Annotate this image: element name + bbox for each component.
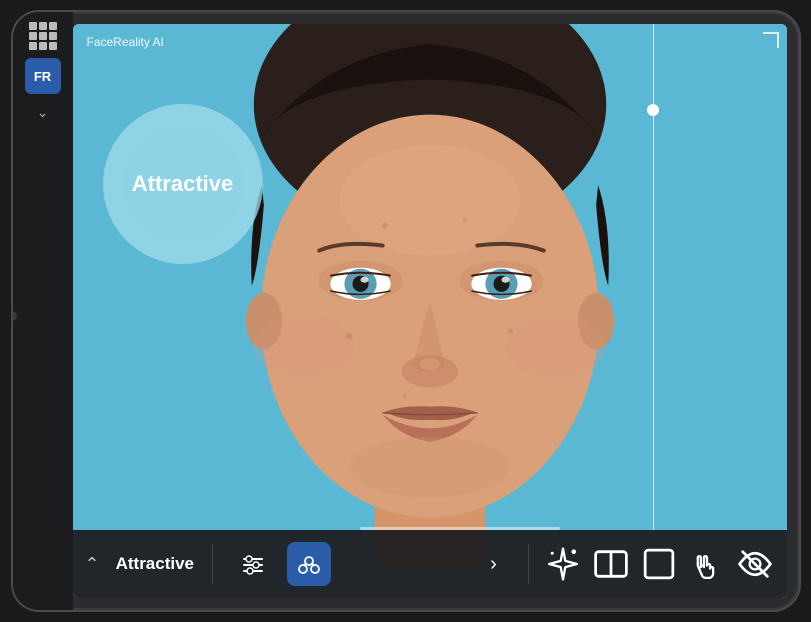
face-image-area: Attractive [73,24,787,598]
toolbar-left-section: ⌃ Attractive [73,542,344,586]
grid-icon[interactable] [29,22,57,50]
sliders-button[interactable] [231,542,275,586]
top-bar: FaceReality AI [73,24,787,60]
compare-button[interactable] [591,544,631,584]
toolbar-label: Attractive [116,554,194,574]
circles-icon [296,551,322,577]
circles-button[interactable] [287,542,331,586]
chevron-right-icon: › [490,553,497,576]
bottom-toolbar: ⌃ Attractive [73,530,787,598]
hand-button[interactable] [687,544,727,584]
toolbar-divider-1 [212,544,213,584]
hand-icon [687,544,727,584]
toolbar-right-section: › [462,544,787,584]
bubble-inner: Attractive [123,124,243,244]
chevron-down-icon[interactable]: ⌄ [37,104,49,121]
tablet-frame: FR ⌄ FaceReality AI [11,10,801,612]
split-icon [591,544,631,584]
line-handle-dot[interactable] [647,104,659,116]
sliders-icon [240,551,266,577]
main-screen: FaceReality AI [73,24,787,598]
app-title: FaceReality AI [87,35,164,49]
toolbar-divider-2 [528,544,529,584]
square-icon [639,544,679,584]
eye-button[interactable] [735,544,775,584]
eye-icon [735,544,775,584]
side-button[interactable] [11,311,17,321]
sparkle-button[interactable] [543,544,583,584]
sidebar-left: FR ⌄ [13,12,73,610]
sparkle-icon [543,544,583,584]
attractive-bubble[interactable]: Attractive [103,104,263,264]
chevron-up-icon[interactable]: ⌃ [85,554,100,575]
fr-logo-badge[interactable]: FR [25,58,61,94]
chevron-right-button[interactable]: › [474,544,514,584]
frame-button[interactable] [639,544,679,584]
bubble-label: Attractive [132,171,233,197]
